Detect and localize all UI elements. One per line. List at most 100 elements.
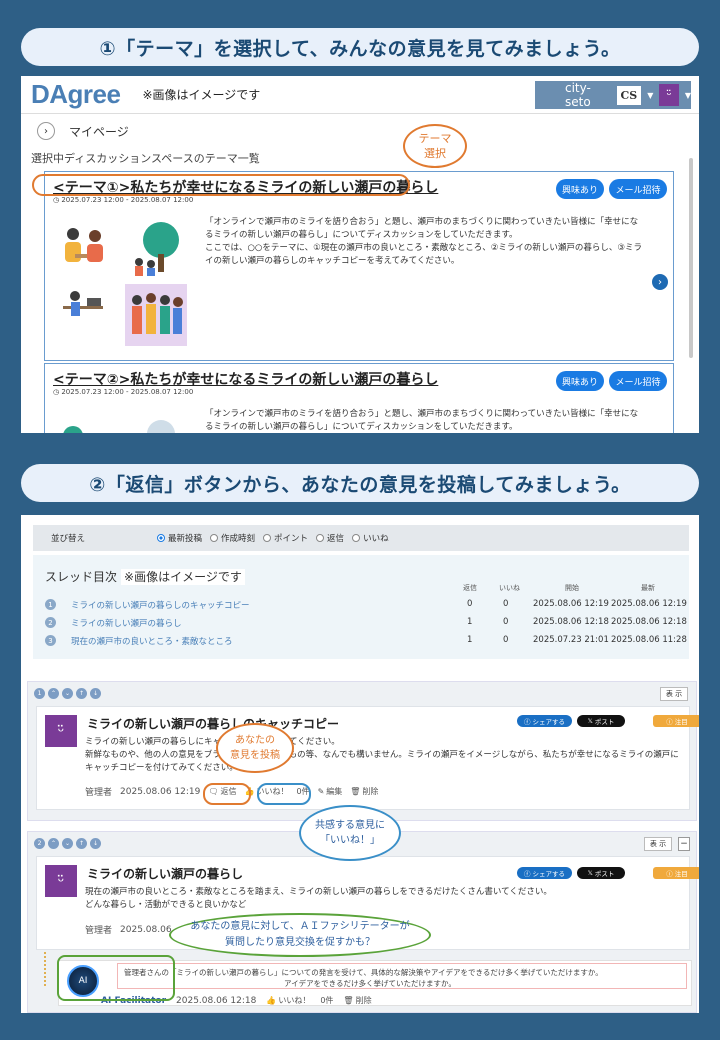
- toc-row-title[interactable]: ミライの新しい瀬戸の暮らし: [71, 617, 182, 629]
- interest-button[interactable]: 興味あり: [556, 371, 604, 391]
- breadcrumb: › マイページ: [21, 114, 699, 148]
- arrow-down-icon[interactable]: ↓: [90, 688, 101, 699]
- theme-illustration: [53, 216, 187, 346]
- toc-col-start: 開始: [565, 584, 579, 592]
- post-author: 管理者: [85, 926, 113, 936]
- interest-button[interactable]: 興味あり: [556, 179, 604, 199]
- table-row[interactable]: 3 現在の瀬戸市の良いところ・素敵なところ 1 0 2025.07.23 21:…: [33, 635, 689, 651]
- post-meta: 管理者 2025.08.06: [85, 923, 172, 937]
- sort-bar: 並び替え 最新投稿 作成時刻 ポイント 返信 いいね: [33, 525, 689, 551]
- thread-controls: 2 ⌃ ⌄ ↑ ↓: [34, 838, 101, 849]
- sort-option-created[interactable]: 作成時刻: [210, 532, 255, 544]
- post-title: ミライの新しい瀬戸の暮らしのキャッチコピー: [87, 717, 340, 731]
- reply-connector: [44, 952, 46, 986]
- notice-button[interactable]: ⓘ 注目: [653, 867, 699, 879]
- arrow-down-icon[interactable]: ↓: [90, 838, 101, 849]
- post-body: 現在の瀬戸市の良いところ・素敵なところを踏まえ、ミライの新しい瀬戸の暮らしをでき…: [85, 887, 552, 910]
- avatar: ᵕ̈: [45, 715, 77, 747]
- post: ᵕ̈ ミライの新しい瀬戸の暮らしのキャッチコピー ⓕ シェアする 𝕏 ポスト ⓘ…: [36, 706, 699, 810]
- delete-button[interactable]: 🗑 削除: [343, 995, 371, 1006]
- thread-toc: スレッド目次 ※画像はイメージです 返信 いいね 開始 最新 1 ミライの新しい瀬…: [33, 555, 689, 659]
- thread-panel: 並び替え 最新投稿 作成時刻 ポイント 返信 いいね スレッド目次 ※画像はイメー…: [21, 515, 699, 1013]
- delete-button[interactable]: 🗑 削除: [350, 786, 378, 797]
- sort-option-replies[interactable]: 返信: [316, 532, 344, 544]
- user-menu[interactable]: city-seto CS ▼ ᵕ̈ ▼: [535, 81, 691, 109]
- user-badge: CS: [616, 85, 642, 105]
- like-callout: 共感する意見に 「いいね！」: [299, 805, 401, 861]
- sort-option-likes[interactable]: いいね: [352, 532, 389, 544]
- collapse-button[interactable]: −: [678, 837, 690, 851]
- theme-list-panel: DAgree ※画像はイメージです city-seto CS ▼ ᵕ̈ ▼ › …: [21, 76, 699, 433]
- toc-row-title[interactable]: ミライの新しい瀬戸の暮らしのキャッチコピー: [71, 599, 250, 611]
- theme-card[interactable]: <テーマ①>私たちが幸せになるミライの新しい瀬戸の暮らし ◷ 2025.07.2…: [44, 171, 674, 361]
- list-heading: 選択中ディスカッションスペースのテーマ一覧: [31, 152, 260, 165]
- collapse-icon[interactable]: ⌃: [48, 688, 59, 699]
- arrow-up-icon[interactable]: ↑: [76, 838, 87, 849]
- theme-card[interactable]: <テーマ②>私たちが幸せになるミライの新しい瀬戸の暮らし ◷ 2025.07.2…: [44, 363, 674, 433]
- toc-col-replies: 返信: [463, 584, 477, 592]
- table-row[interactable]: 2 ミライの新しい瀬戸の暮らし 1 0 2025.08.06 12:18 202…: [33, 617, 689, 633]
- theme-select-callout: テーマ 選択: [403, 124, 467, 168]
- thread: 1 ⌃ ⌄ ↑ ↓ 表 示 ᵕ̈ ミライの新しい瀬戸の暮らしのキャッチコピー ⓕ…: [27, 681, 699, 821]
- ai-callout: あなたの意見に対して、ＡＩファシリテーターが 質問したり意見交換を促すかも？: [169, 913, 431, 957]
- expand-icon[interactable]: ⌄: [62, 688, 73, 699]
- post-author: 管理者: [85, 788, 113, 798]
- collapse-icon[interactable]: ⌃: [48, 838, 59, 849]
- facebook-share-button[interactable]: ⓕ シェアする: [517, 867, 572, 879]
- trash-icon: 🗑: [350, 787, 361, 796]
- edit-button[interactable]: ✎ 編集: [318, 786, 343, 797]
- thumbs-up-icon: 👍: [266, 996, 277, 1005]
- thread-number-icon: 1: [34, 688, 45, 699]
- ai-highlight: [57, 955, 175, 1001]
- theme-illustration: [63, 420, 175, 433]
- facebook-share-button[interactable]: ⓕ シェアする: [517, 715, 572, 727]
- show-button[interactable]: 表 示: [660, 687, 688, 701]
- x-post-button[interactable]: 𝕏 ポスト: [577, 715, 625, 727]
- like-highlight: [257, 783, 311, 805]
- show-button[interactable]: 表 示: [644, 837, 672, 851]
- toc-col-likes: いいね: [499, 584, 520, 592]
- step1-title: ①「テーマ」を選択して、みんなの意見を見てみましょう。: [21, 28, 699, 66]
- user-name: city-seto: [565, 81, 591, 109]
- like-count: 0件: [320, 996, 334, 1005]
- theme-description: 「オンラインで瀬戸市のミライを語り合おう」と題し、瀬戸市のまちづくりに関わってい…: [205, 409, 639, 432]
- reply-text: 管理者さんの「ミライの新しい瀬戸の暮らし」についての発言を受けて、具体的な解決策…: [117, 963, 687, 989]
- thread-number-icon: 2: [34, 838, 45, 849]
- image-note: ※画像はイメージです: [142, 88, 261, 102]
- notice-button[interactable]: ⓘ 注目: [653, 715, 699, 727]
- chevron-down-icon[interactable]: ▼: [647, 91, 653, 100]
- theme-date: ◷ 2025.07.23 12:00 - 2025.08.07 12:00: [53, 196, 194, 204]
- post-body: ミライの新しい瀬戸の暮らしにキャッチコピーを付けてください。 新鮮なものや、他の…: [85, 737, 679, 773]
- avatar: ᵕ̈: [45, 865, 77, 897]
- expand-icon[interactable]: ⌄: [62, 838, 73, 849]
- avatar[interactable]: ᵕ̈: [659, 84, 679, 106]
- theme-title[interactable]: <テーマ②>私たちが幸せになるミライの新しい瀬戸の暮らし: [53, 369, 438, 389]
- toc-row-title[interactable]: 現在の瀬戸市の良いところ・素敵なところ: [71, 635, 233, 647]
- sort-option-latest[interactable]: 最新投稿: [157, 532, 202, 544]
- post-time: 2025.08.06: [120, 924, 172, 935]
- reply-time: 2025.08.06 12:18: [176, 995, 257, 1006]
- sort-option-points[interactable]: ポイント: [263, 532, 308, 544]
- theme-highlight: [32, 174, 410, 196]
- reply-highlight: [203, 783, 251, 805]
- arrow-up-icon[interactable]: ↑: [76, 688, 87, 699]
- invite-button[interactable]: メール招待: [609, 371, 667, 391]
- chevron-right-icon[interactable]: ›: [37, 122, 55, 140]
- x-post-button[interactable]: 𝕏 ポスト: [577, 867, 625, 879]
- toc-col-latest: 最新: [641, 584, 655, 592]
- chevron-down-icon[interactable]: ▼: [685, 91, 691, 100]
- scrollbar[interactable]: [689, 158, 693, 358]
- thread-controls: 1 ⌃ ⌄ ↑ ↓: [34, 688, 101, 699]
- like-button[interactable]: 👍 いいね！: [266, 995, 310, 1006]
- trash-icon: 🗑: [343, 996, 354, 1005]
- edit-icon: ✎: [317, 787, 325, 796]
- top-bar: DAgree ※画像はイメージです city-seto CS ▼ ᵕ̈ ▼: [21, 76, 699, 114]
- next-arrow-icon[interactable]: ›: [652, 274, 668, 290]
- breadcrumb-mypage[interactable]: マイページ: [69, 123, 129, 140]
- invite-button[interactable]: メール招待: [609, 179, 667, 199]
- table-row[interactable]: 1 ミライの新しい瀬戸の暮らしのキャッチコピー 0 0 2025.08.06 1…: [33, 599, 689, 615]
- theme-date: ◷ 2025.07.23 12:00 - 2025.08.07 12:00: [53, 388, 194, 396]
- post-opinion-callout: あなたの 意見を投稿: [216, 723, 294, 773]
- app-logo[interactable]: DAgree: [31, 79, 121, 110]
- sort-label: 並び替え: [51, 534, 86, 544]
